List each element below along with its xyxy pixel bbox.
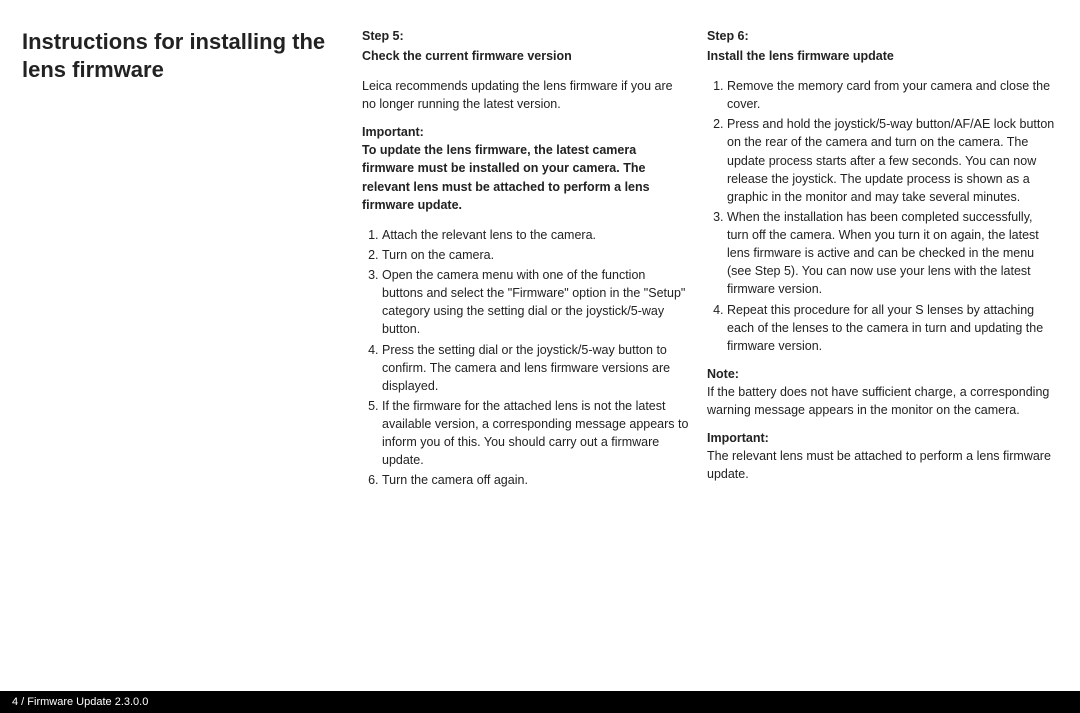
column-left: Instructions for installing the lens fir… — [22, 28, 362, 502]
list-item: Press the setting dial or the joystick/5… — [382, 341, 689, 395]
list-item: Open the camera menu with one of the fun… — [382, 266, 689, 339]
list-item: Turn the camera off again. — [382, 471, 689, 489]
list-item: If the firmware for the attached lens is… — [382, 397, 689, 470]
step6-heading: Install the lens firmware update — [707, 48, 1057, 66]
list-item: When the installation has been completed… — [727, 208, 1057, 299]
step5-label: Step 5: — [362, 28, 689, 46]
list-item: Repeat this procedure for all your S len… — [727, 301, 1057, 355]
page-footer: 4 / Firmware Update 2.3.0.0 — [0, 691, 1080, 713]
step6-list: Remove the memory card from your camera … — [707, 77, 1057, 355]
step5-heading: Check the current firmware version — [362, 48, 689, 66]
list-item: Press and hold the joystick/5-way button… — [727, 115, 1057, 206]
step6-important-text: The relevant lens must be attached to pe… — [707, 447, 1057, 483]
page-content: Instructions for installing the lens fir… — [0, 0, 1080, 502]
step6-important-label: Important: — [707, 431, 1057, 445]
step6-note-text: If the battery does not have sufficient … — [707, 383, 1057, 419]
step5-list: Attach the relevant lens to the camera. T… — [362, 226, 689, 490]
step5-important-label: Important: — [362, 125, 689, 139]
list-item: Remove the memory card from your camera … — [727, 77, 1057, 113]
footer-text: 4 / Firmware Update 2.3.0.0 — [12, 696, 148, 708]
column-right: Step 6: Install the lens firmware update… — [707, 28, 1057, 502]
list-item: Attach the relevant lens to the camera. — [382, 226, 689, 244]
step5-important-text: To update the lens firmware, the latest … — [362, 141, 689, 214]
column-middle: Step 5: Check the current firmware versi… — [362, 28, 707, 502]
step6-label: Step 6: — [707, 28, 1057, 46]
list-item: Turn on the camera. — [382, 246, 689, 264]
step6-note-label: Note: — [707, 367, 1057, 381]
step5-intro: Leica recommends updating the lens firmw… — [362, 77, 689, 113]
page-title: Instructions for installing the lens fir… — [22, 28, 344, 83]
